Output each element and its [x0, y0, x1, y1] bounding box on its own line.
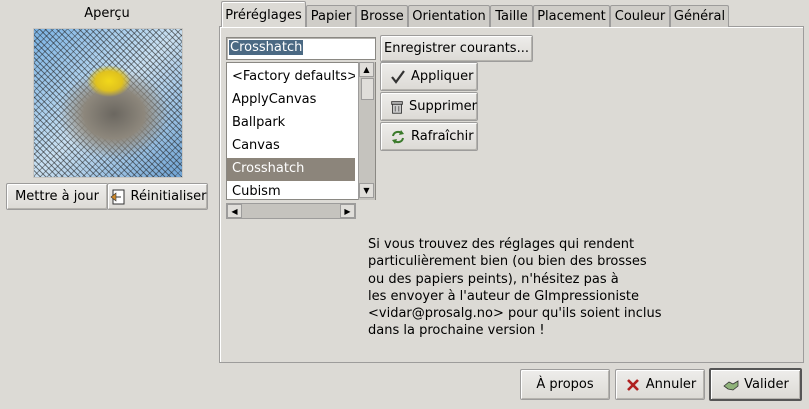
- scroll-right-icon[interactable]: ▶: [340, 204, 355, 218]
- preset-list[interactable]: <Factory defaults> ApplyCanvas Ballpark …: [226, 62, 376, 200]
- save-current-label: Enregistrer courants...: [384, 41, 529, 56]
- tab-color[interactable]: Couleur: [610, 5, 670, 27]
- vertical-scroll-thumb[interactable]: [361, 78, 374, 100]
- ok-button[interactable]: Valider: [709, 368, 802, 401]
- preview-image: [33, 28, 183, 178]
- apply-button[interactable]: Appliquer: [380, 62, 478, 91]
- delete-button[interactable]: Supprimer: [380, 92, 478, 121]
- apply-label: Appliquer: [411, 69, 474, 84]
- reset-button[interactable]: Réinitialiser: [107, 183, 208, 210]
- preset-name-input[interactable]: Crosshatch: [226, 37, 376, 60]
- handshake-icon: [723, 379, 739, 390]
- tab-paper[interactable]: Papier: [306, 5, 356, 27]
- list-item-selected[interactable]: Crosshatch: [227, 158, 355, 181]
- about-label: À propos: [536, 377, 594, 392]
- scroll-left-icon[interactable]: ◀: [227, 204, 242, 218]
- preset-name-value: Crosshatch: [229, 40, 304, 55]
- presets-info-text: Si vous trouvez des réglages qui rendent…: [368, 237, 662, 339]
- list-item[interactable]: Ballpark: [227, 112, 355, 135]
- reset-label: Réinitialiser: [130, 189, 207, 204]
- update-preview-button[interactable]: Mettre à jour: [6, 183, 108, 210]
- ok-label: Valider: [744, 377, 789, 392]
- list-item[interactable]: Canvas: [227, 135, 355, 158]
- list-item[interactable]: ApplyCanvas: [227, 89, 355, 112]
- cancel-button[interactable]: Annuler: [615, 369, 705, 400]
- tab-size[interactable]: Taille: [490, 5, 533, 27]
- tab-brush[interactable]: Brosse: [356, 5, 408, 27]
- tab-orientation[interactable]: Orientation: [408, 5, 490, 27]
- checkmark-icon: [391, 69, 405, 84]
- trash-icon: [391, 100, 403, 114]
- list-item[interactable]: <Factory defaults>: [227, 66, 355, 89]
- scroll-up-icon[interactable]: ▲: [359, 62, 374, 77]
- refresh-label: Rafraîchir: [411, 129, 474, 144]
- reset-icon: [110, 189, 125, 204]
- delete-label: Supprimer: [409, 99, 477, 114]
- tab-general[interactable]: Général: [670, 5, 729, 27]
- preview-title: Aperçu: [84, 6, 130, 21]
- update-preview-label: Mettre à jour: [15, 189, 99, 204]
- list-item[interactable]: Cubism: [227, 181, 355, 199]
- about-button[interactable]: À propos: [520, 369, 610, 400]
- refresh-icon: [392, 129, 404, 144]
- preset-list-horizontal-scrollbar[interactable]: ◀ ▶: [226, 203, 356, 219]
- cancel-label: Annuler: [645, 377, 697, 392]
- scroll-down-icon[interactable]: ▼: [359, 183, 374, 198]
- tab-placement[interactable]: Placement: [533, 5, 610, 27]
- close-icon: [626, 378, 639, 391]
- save-current-button[interactable]: Enregistrer courants...: [380, 35, 533, 62]
- refresh-button[interactable]: Rafraîchir: [380, 122, 478, 151]
- tab-presets[interactable]: Préréglages: [221, 1, 306, 27]
